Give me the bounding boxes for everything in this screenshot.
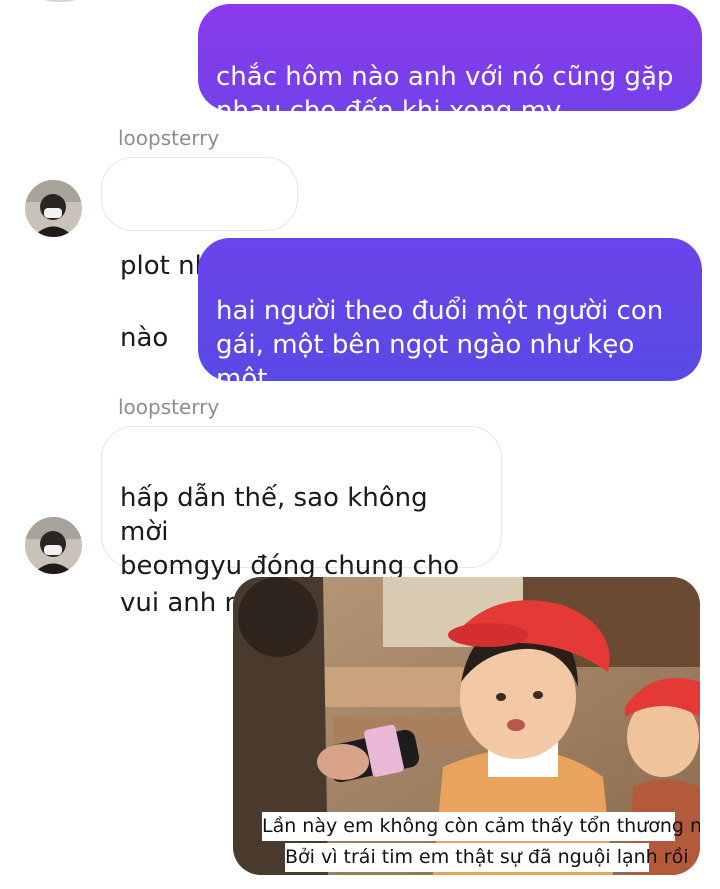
message-text: chắc hôm nào anh với nó cũng gặp nhau ch…: [216, 62, 674, 126]
meme-caption-line-2: Bởi vì trái tim em thật sự đã nguội lạnh…: [285, 843, 688, 872]
sent-message-bubble[interactable]: chắc hôm nào anh với nó cũng gặp nhau ch…: [198, 4, 702, 126]
avatar[interactable]: [25, 517, 82, 574]
avatar[interactable]: [25, 180, 82, 237]
chat-thread[interactable]: chắc hôm nào anh với nó cũng gặp nhau ch…: [0, 0, 720, 889]
avatar-image-icon: [25, 180, 82, 237]
received-message-bubble[interactable]: hấp dẫn thế, sao không mời beomgyu đóng …: [101, 426, 502, 618]
sender-name: loopsterry: [118, 395, 220, 419]
image-message[interactable]: Lần này em không còn cảm thấy tổn thương…: [233, 577, 700, 875]
received-message-bubble[interactable]: plot như nào: [101, 157, 298, 353]
sent-message-bubble[interactable]: hai người theo đuổi một người con gái, m…: [198, 238, 702, 428]
sender-name: loopsterry: [118, 126, 220, 150]
avatar-image-icon: [25, 517, 82, 574]
avatar-partial: [40, 0, 80, 2]
meme-caption-line-1: Lần này em không còn cảm thấy tổn thương…: [262, 812, 700, 841]
message-text: hai người theo đuổi một người con gái, m…: [216, 296, 664, 428]
